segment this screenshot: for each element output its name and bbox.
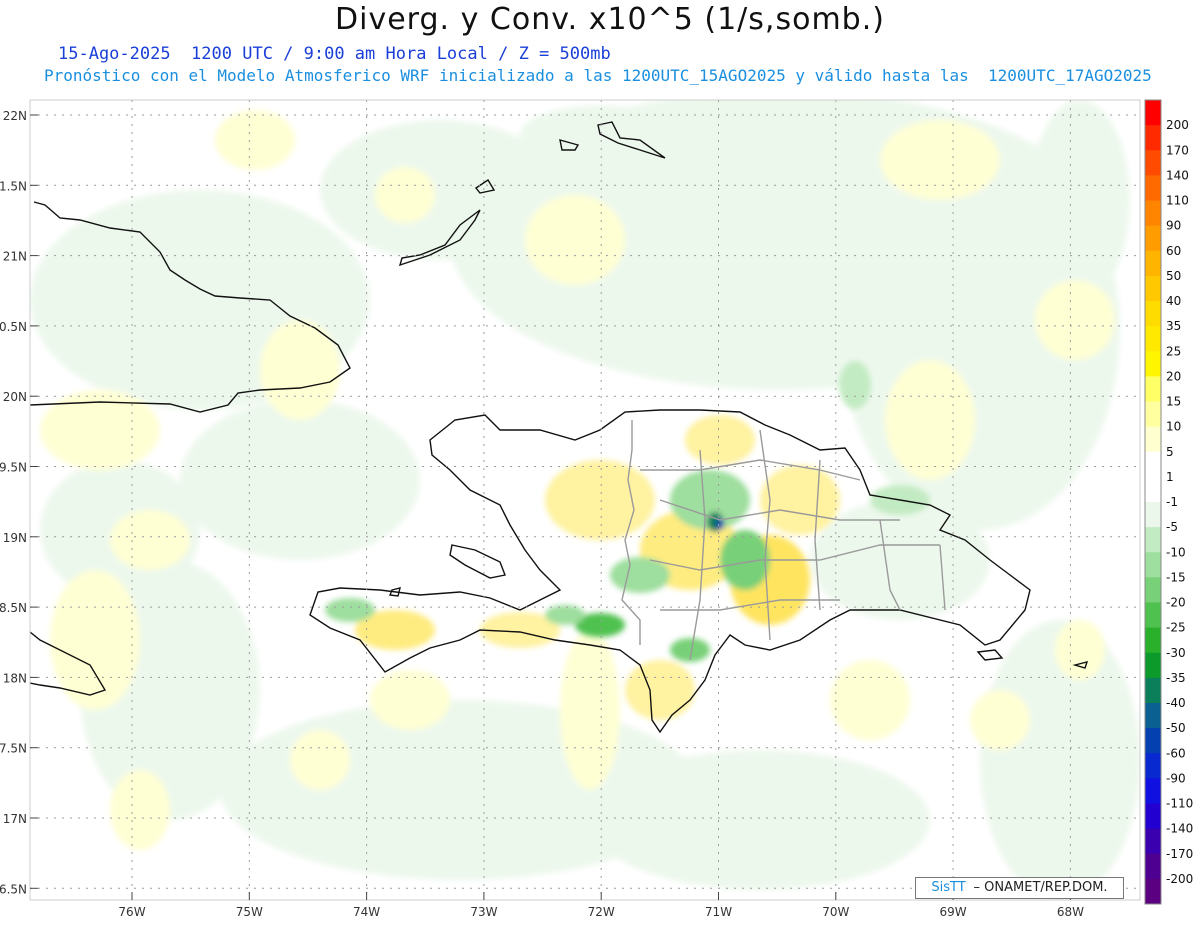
legend-label: -200 <box>1166 872 1193 886</box>
color-legend: 200 170 140 110 90 60 50 40 35 25 20 15 10 5 1 -1 -5 -10 -… <box>1144 99 1193 905</box>
legend-swatch <box>1145 577 1161 603</box>
legend-label: -60 <box>1166 746 1186 760</box>
latitude-label: 18N <box>3 671 27 685</box>
latitude-label: 19N <box>3 531 27 545</box>
legend-label: 1 <box>1166 470 1174 484</box>
legend-label: 110 <box>1166 194 1189 208</box>
legend-swatch <box>1145 225 1161 252</box>
legend-swatch <box>1145 602 1161 629</box>
legend-swatch <box>1145 677 1161 704</box>
longitude-label: 71W <box>705 905 732 919</box>
legend-swatch <box>1145 401 1161 428</box>
legend-label: -170 <box>1166 847 1193 861</box>
legend-label: -50 <box>1166 721 1186 735</box>
latitude-label: 8.5N <box>0 601 27 615</box>
legend-swatch <box>1145 326 1161 352</box>
legend-label: -30 <box>1166 646 1186 660</box>
legend-swatch <box>1145 878 1161 905</box>
legend-swatch <box>1145 426 1161 453</box>
legend-label: -10 <box>1166 545 1186 559</box>
latitude-label: 0.5N <box>0 320 27 334</box>
latitude-label: 22N <box>3 109 27 123</box>
legend-label: -1 <box>1166 495 1178 509</box>
legend-label: 5 <box>1166 445 1174 459</box>
onamet-credit: – ONAMET/REP.DOM. <box>973 880 1108 895</box>
legend-swatch <box>1145 275 1161 302</box>
credit-box: SisTT – ONAMET/REP.DOM. <box>915 877 1124 899</box>
latitude-label: 20N <box>3 390 27 404</box>
latitude-label: 21N <box>3 250 27 264</box>
longitude-label: 70W <box>822 905 849 919</box>
legend-swatch <box>1145 200 1161 227</box>
longitude-label: 73W <box>470 905 497 919</box>
legend-label: 50 <box>1166 269 1181 283</box>
longitude-label: 76W <box>118 905 145 919</box>
legend-label: 40 <box>1166 294 1181 308</box>
legend-label: 90 <box>1166 219 1181 233</box>
legend-swatch <box>1145 778 1161 804</box>
legend-label: 20 <box>1166 369 1181 383</box>
legend-swatch <box>1145 250 1161 277</box>
legend-swatch <box>1145 376 1161 402</box>
legend-swatch <box>1145 476 1161 503</box>
legend-label: -5 <box>1166 520 1178 534</box>
legend-label: -110 <box>1166 797 1193 811</box>
legend-label: 140 <box>1166 168 1189 182</box>
divergence-map: 22N 1.5N 21N 0.5N 20N 9.5N 19N 8.5N 18N 7.5N 17N 6.… <box>0 99 1193 919</box>
longitude-label: 75W <box>236 905 263 919</box>
latitude-label: 6.5N <box>0 882 27 896</box>
legend-label: -90 <box>1166 771 1186 785</box>
legend-label: -35 <box>1166 671 1186 685</box>
latitude-label: 9.5N <box>0 461 27 475</box>
legend-label: 25 <box>1166 344 1181 358</box>
legend-swatch <box>1145 803 1161 830</box>
legend-swatch <box>1145 552 1161 578</box>
latitude-label: 7.5N <box>0 742 27 756</box>
legend-swatch <box>1145 301 1161 327</box>
legend-label: 60 <box>1166 244 1181 258</box>
legend-swatch <box>1145 502 1161 528</box>
legend-label: 35 <box>1166 319 1181 333</box>
legend-label: -40 <box>1166 696 1186 710</box>
legend-label: 10 <box>1166 420 1181 434</box>
legend-label: -140 <box>1166 822 1193 836</box>
legend-label: 200 <box>1166 118 1189 132</box>
legend-swatch <box>1145 125 1161 151</box>
legend-swatch <box>1145 853 1161 880</box>
legend-swatch <box>1145 627 1161 654</box>
legend-swatch <box>1145 828 1161 855</box>
map-field <box>30 100 1140 900</box>
latitude-label: 1.5N <box>0 179 27 193</box>
longitude-label: 68W <box>1057 905 1084 919</box>
legend-label: -25 <box>1166 621 1186 635</box>
sistt-brand: SisTT <box>931 880 966 895</box>
legend-swatch <box>1145 527 1161 553</box>
legend-swatch <box>1145 451 1161 478</box>
legend-label: 170 <box>1166 143 1189 157</box>
legend-swatch <box>1145 351 1161 377</box>
legend-label: -20 <box>1166 596 1186 610</box>
latitude-label: 17N <box>3 812 27 826</box>
legend-label: 15 <box>1166 395 1181 409</box>
legend-swatch <box>1145 728 1161 754</box>
legend-swatch <box>1145 753 1161 779</box>
longitude-label: 69W <box>940 905 967 919</box>
longitude-label: 74W <box>353 905 380 919</box>
legend-swatch <box>1145 100 1161 126</box>
legend-swatch <box>1145 652 1161 679</box>
longitude-label: 72W <box>588 905 615 919</box>
legend-swatch <box>1145 703 1161 729</box>
legend-label: -15 <box>1166 570 1186 584</box>
legend-swatch <box>1145 175 1161 201</box>
legend-swatch <box>1145 150 1161 176</box>
